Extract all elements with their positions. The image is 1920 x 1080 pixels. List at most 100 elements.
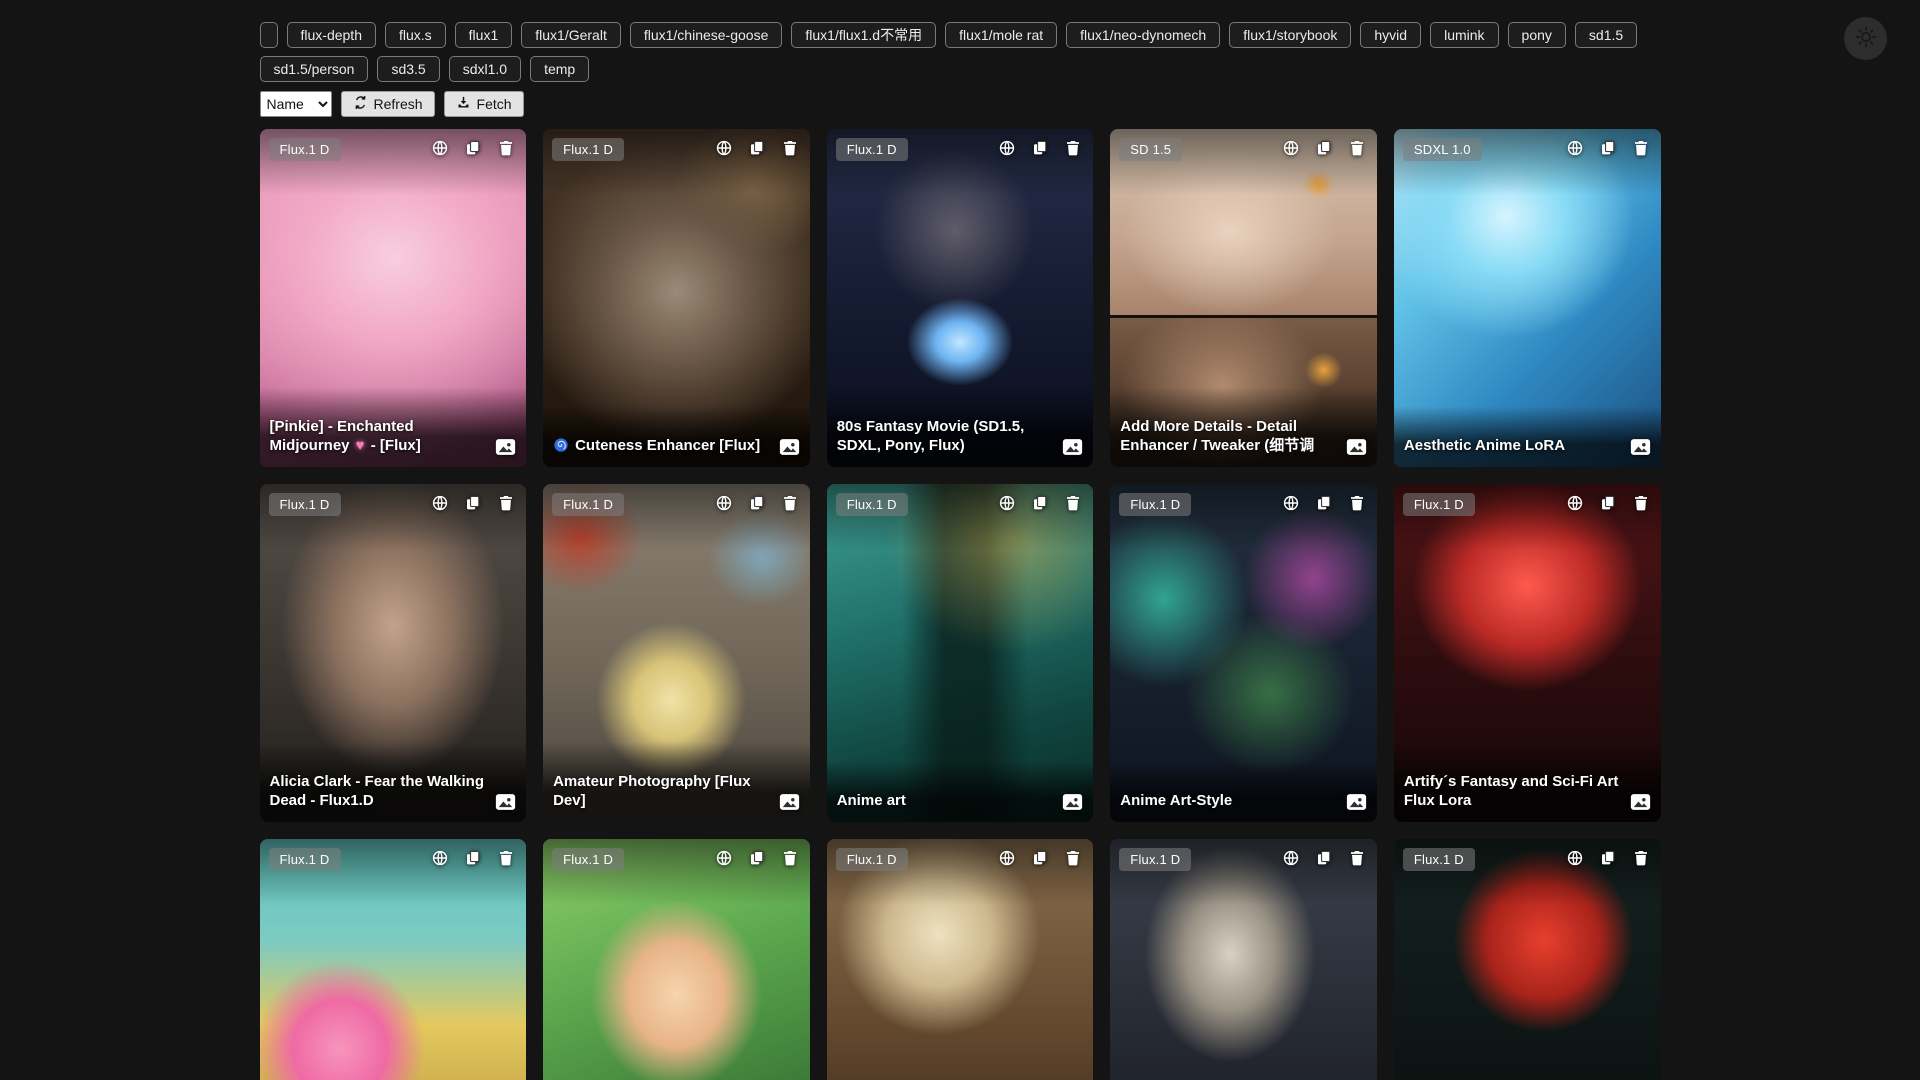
copy-icon[interactable] <box>748 494 766 512</box>
copy-icon[interactable] <box>1315 849 1333 867</box>
globe-icon[interactable] <box>998 849 1016 867</box>
model-card[interactable]: Flux.1 D <box>827 839 1094 1080</box>
filter-tag-flux1-flux1-d不常用[interactable]: flux1/flux1.d不常用 <box>791 22 936 48</box>
heart-emoji: ♥ <box>354 437 367 454</box>
model-card[interactable]: Flux.1 D[Pinkie] - Enchanted Midjourney … <box>260 129 527 467</box>
filter-tag-sd1-5[interactable]: sd1.5 <box>1575 22 1637 48</box>
globe-icon[interactable] <box>715 849 733 867</box>
copy-icon[interactable] <box>464 139 482 157</box>
image-icon[interactable] <box>779 793 800 811</box>
model-card[interactable]: Flux.1 DArtify´s Fantasy and Sci-Fi Art … <box>1394 484 1661 822</box>
globe-icon[interactable] <box>1566 849 1584 867</box>
image-icon[interactable] <box>1630 438 1651 456</box>
copy-icon[interactable] <box>464 849 482 867</box>
model-card[interactable]: SDXL 1.0Aesthetic Anime LoRA <box>1394 129 1661 467</box>
filter-tag-flux1-neo-dynomech[interactable]: flux1/neo-dynomech <box>1066 22 1220 48</box>
globe-icon[interactable] <box>715 494 733 512</box>
globe-icon[interactable] <box>431 849 449 867</box>
filter-tag-flux-depth[interactable]: flux-depth <box>287 22 376 48</box>
filter-tag-flux-s[interactable]: flux.s <box>385 22 446 48</box>
trash-icon[interactable] <box>781 139 799 157</box>
card-actions <box>1566 849 1650 867</box>
trash-icon[interactable] <box>497 849 515 867</box>
model-card[interactable]: Flux.1 D80s Fantasy Movie (SD1.5, SDXL, … <box>827 129 1094 467</box>
model-card[interactable]: Flux.1 D <box>1394 839 1661 1080</box>
copy-icon[interactable] <box>748 849 766 867</box>
trash-icon[interactable] <box>497 494 515 512</box>
globe-icon[interactable] <box>431 494 449 512</box>
globe-icon[interactable] <box>715 139 733 157</box>
filter-tag-sdxl1-0[interactable]: sdxl1.0 <box>449 56 521 82</box>
image-icon[interactable] <box>779 438 800 456</box>
copy-icon[interactable] <box>1031 139 1049 157</box>
card-title-row: 80s Fantasy Movie (SD1.5, SDXL, Pony, Fl… <box>837 417 1084 455</box>
trash-icon[interactable] <box>1064 494 1082 512</box>
model-card[interactable]: Flux.1 DAnime Art-Style <box>1110 484 1377 822</box>
fetch-button[interactable]: Fetch <box>444 91 524 117</box>
globe-icon[interactable] <box>1282 849 1300 867</box>
trash-icon[interactable] <box>497 139 515 157</box>
model-card[interactable]: Flux.1 D <box>260 839 527 1080</box>
filter-tag-flux1-chinese-goose[interactable]: flux1/chinese-goose <box>630 22 783 48</box>
globe-icon[interactable] <box>998 494 1016 512</box>
trash-icon[interactable] <box>1064 139 1082 157</box>
card-title-row: Alicia Clark - Fear the Walking Dead - F… <box>270 772 517 810</box>
copy-icon[interactable] <box>1031 494 1049 512</box>
copy-icon[interactable] <box>464 494 482 512</box>
copy-icon[interactable] <box>1315 494 1333 512</box>
trash-icon[interactable] <box>781 849 799 867</box>
globe-icon[interactable] <box>998 139 1016 157</box>
theme-toggle-button[interactable] <box>1844 17 1887 60</box>
model-card[interactable]: Flux.1 DAmateur Photography [Flux Dev] <box>543 484 810 822</box>
globe-icon[interactable] <box>431 139 449 157</box>
globe-icon[interactable] <box>1282 139 1300 157</box>
card-title: Anime art <box>837 791 906 810</box>
trash-icon[interactable] <box>1632 139 1650 157</box>
copy-icon[interactable] <box>1315 139 1333 157</box>
filter-tag-flux1-geralt[interactable]: flux1/Geralt <box>521 22 621 48</box>
copy-icon[interactable] <box>1599 494 1617 512</box>
filter-tag-temp[interactable]: temp <box>530 56 589 82</box>
trash-icon[interactable] <box>781 494 799 512</box>
filter-tag-lumink[interactable]: lumink <box>1430 22 1498 48</box>
model-card[interactable]: Flux.1 DCuteness Enhancer [Flux] <box>543 129 810 467</box>
copy-icon[interactable] <box>1031 849 1049 867</box>
trash-icon[interactable] <box>1632 494 1650 512</box>
sort-select[interactable]: Name <box>260 91 332 117</box>
image-icon[interactable] <box>495 793 516 811</box>
copy-icon[interactable] <box>1599 139 1617 157</box>
copy-icon[interactable] <box>1599 849 1617 867</box>
filter-tag-sd3-5[interactable]: sd3.5 <box>377 56 439 82</box>
model-card[interactable]: Flux.1 D <box>543 839 810 1080</box>
image-icon[interactable] <box>1630 793 1651 811</box>
model-card[interactable]: SD 1.5Add More Details - Detail Enhancer… <box>1110 129 1377 467</box>
trash-icon[interactable] <box>1348 139 1366 157</box>
trash-icon[interactable] <box>1348 849 1366 867</box>
image-icon[interactable] <box>495 438 516 456</box>
filter-tag-pony[interactable]: pony <box>1508 22 1566 48</box>
card-title: Add More Details - Detail Enhancer / Twe… <box>1120 417 1335 455</box>
image-icon[interactable] <box>1346 438 1367 456</box>
refresh-button[interactable]: Refresh <box>341 91 435 117</box>
globe-icon[interactable] <box>1566 494 1584 512</box>
trash-icon[interactable] <box>1348 494 1366 512</box>
filter-tag-hyvid[interactable]: hyvid <box>1360 22 1421 48</box>
filter-tag-flux1-storybook[interactable]: flux1/storybook <box>1229 22 1351 48</box>
filter-tag-flux1[interactable]: flux1 <box>455 22 513 48</box>
globe-icon[interactable] <box>1282 494 1300 512</box>
trash-icon[interactable] <box>1632 849 1650 867</box>
copy-icon[interactable] <box>748 139 766 157</box>
card-title: Cuteness Enhancer [Flux] <box>575 436 760 455</box>
filter-tag-sd1-5-person[interactable]: sd1.5/person <box>260 56 369 82</box>
card-title-row: Add More Details - Detail Enhancer / Twe… <box>1120 417 1367 455</box>
model-card[interactable]: Flux.1 DAnime art <box>827 484 1094 822</box>
globe-icon[interactable] <box>1566 139 1584 157</box>
image-icon[interactable] <box>1062 793 1083 811</box>
filter-tag-blank[interactable] <box>260 22 278 48</box>
image-icon[interactable] <box>1062 438 1083 456</box>
model-card[interactable]: Flux.1 D <box>1110 839 1377 1080</box>
trash-icon[interactable] <box>1064 849 1082 867</box>
filter-tag-flux1-mole-rat[interactable]: flux1/mole rat <box>945 22 1057 48</box>
model-card[interactable]: Flux.1 DAlicia Clark - Fear the Walking … <box>260 484 527 822</box>
image-icon[interactable] <box>1346 793 1367 811</box>
